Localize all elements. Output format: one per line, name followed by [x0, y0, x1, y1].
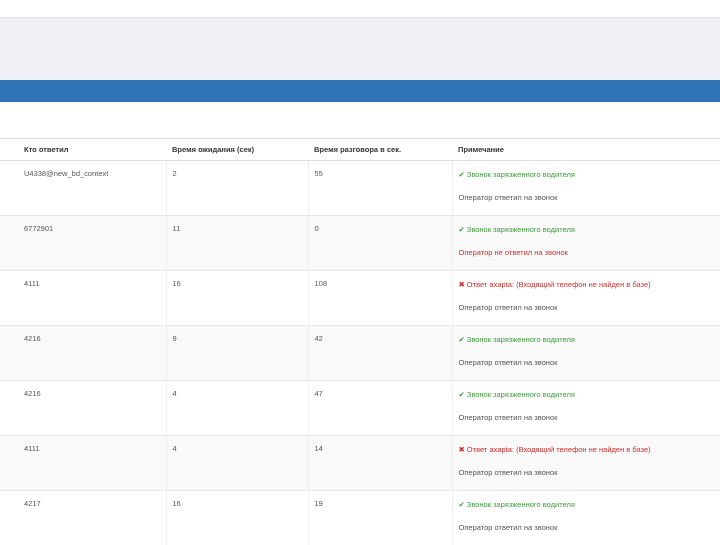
cell-wait-time: 4: [166, 381, 308, 436]
check-icon: ✔: [459, 334, 465, 346]
note-operator-line: Оператор ответил на звонок: [459, 192, 720, 206]
cell-who-answered: 4111: [0, 436, 166, 491]
note-operator-line: Оператор ответил на звонок: [459, 412, 720, 426]
check-icon: ✔: [459, 389, 465, 401]
column-header-talk-time[interactable]: Время разговора в сек.: [308, 139, 452, 161]
cell-note: ✔Звонок зарязженного водителя Оператор от…: [452, 491, 720, 545]
column-header-wait-time[interactable]: Время ожидания (сек): [166, 139, 308, 161]
cell-note: ✔Звонок зарязженного водителя Оператор от…: [452, 381, 720, 436]
header-bar: [0, 80, 720, 102]
cell-wait-time: 16: [166, 271, 308, 326]
cell-who-answered: 4111: [0, 271, 166, 326]
note-status-line: ✔Звонок зарязженного водителя: [459, 499, 720, 513]
cell-talk-time: 19: [308, 491, 452, 545]
note-operator-line: Оператор ответил на звонок: [459, 467, 720, 481]
cell-who-answered: 6772901: [0, 216, 166, 271]
column-header-who-answered[interactable]: Кто ответил: [0, 139, 166, 161]
cell-talk-time: 42: [308, 326, 452, 381]
cell-note: ✔Звонок зарязженного водителя Оператор не…: [452, 216, 720, 271]
note-operator-line: Оператор ответил на звонок: [459, 302, 720, 316]
cell-talk-time: 0: [308, 216, 452, 271]
cell-wait-time: 4: [166, 436, 308, 491]
note-status-line: ✔Звонок зарязженного водителя: [459, 224, 720, 238]
calls-table: Кто ответил Время ожидания (сек) Время р…: [0, 138, 720, 545]
cell-who-answered: 4217: [0, 491, 166, 545]
cell-who-answered: U4338@new_bd_context: [0, 161, 166, 216]
top-strip: [0, 0, 720, 17]
filter-panel: [0, 17, 720, 80]
note-status-line: ✖Ответ axaptа: (Входящий телефон не найд…: [459, 279, 720, 293]
cross-icon: ✖: [459, 279, 465, 291]
cell-talk-time: 14: [308, 436, 452, 491]
check-icon: ✔: [459, 224, 465, 236]
content-spacer: [0, 102, 720, 138]
note-status-text: Звонок зарязженного водителя: [467, 335, 575, 344]
note-status-line: ✔Звонок зарязженного водителя: [459, 334, 720, 348]
cell-note: ✔Звонок зарязженного водителя Оператор от…: [452, 326, 720, 381]
note-operator-line: Оператор ответил на звонок: [459, 357, 720, 371]
note-status-text: Ответ axaptа: (Входящий телефон не найде…: [467, 280, 651, 289]
note-status-text: Звонок зарязженного водителя: [467, 170, 575, 179]
table-row[interactable]: 411116108 ✖Ответ axaptа: (Входящий телефо…: [0, 271, 720, 326]
note-status-line: ✔Звонок зарязженного водителя: [459, 169, 720, 183]
note-operator-line: Оператор ответил на звонок: [459, 522, 720, 536]
table-header-row: Кто ответил Время ожидания (сек) Время р…: [0, 139, 720, 161]
cell-note: ✖Ответ axaptа: (Входящий телефон не найд…: [452, 271, 720, 326]
table-row[interactable]: U4338@new_bd_context255✔Звонок зарязженн…: [0, 161, 720, 216]
note-status-text: Звонок зарязженного водителя: [467, 500, 575, 509]
cell-wait-time: 9: [166, 326, 308, 381]
cell-note: ✔Звонок зарязженного водителя Оператор от…: [452, 161, 720, 216]
cell-wait-time: 2: [166, 161, 308, 216]
cross-icon: ✖: [459, 444, 465, 456]
cell-wait-time: 11: [166, 216, 308, 271]
note-status-text: Звонок зарязженного водителя: [467, 225, 575, 234]
table-row[interactable]: 4216447 ✔Звонок зарязженного водителя Опер…: [0, 381, 720, 436]
table-row[interactable]: 42171619 ✔Звонок зарязженного водителя Опе…: [0, 491, 720, 545]
cell-note: ✖Ответ axaptа: (Входящий телефон не найд…: [452, 436, 720, 491]
note-status-text: Звонок зарязженного водителя: [467, 390, 575, 399]
cell-talk-time: 108: [308, 271, 452, 326]
column-header-note[interactable]: Примечание: [452, 139, 720, 161]
table-row[interactable]: 4216942 ✔Звонок зарязженного водителя Опер…: [0, 326, 720, 381]
check-icon: ✔: [459, 499, 465, 511]
cell-who-answered: 4216: [0, 326, 166, 381]
check-icon: ✔: [459, 169, 465, 181]
table-row[interactable]: 6772901110 ✔Звонок зарязженного водителя О…: [0, 216, 720, 271]
note-status-line: ✖Ответ axaptа: (Входящий телефон не найд…: [459, 444, 720, 458]
note-status-line: ✔Звонок зарязженного водителя: [459, 389, 720, 403]
note-operator-line: Оператор не ответил на звонок: [459, 247, 720, 261]
table-row[interactable]: 4111414 ✖Ответ axaptа: (Входящий телефон …: [0, 436, 720, 491]
cell-talk-time: 55: [308, 161, 452, 216]
cell-who-answered: 4216: [0, 381, 166, 436]
cell-talk-time: 47: [308, 381, 452, 436]
note-status-text: Ответ axaptа: (Входящий телефон не найде…: [467, 445, 651, 454]
cell-wait-time: 16: [166, 491, 308, 545]
